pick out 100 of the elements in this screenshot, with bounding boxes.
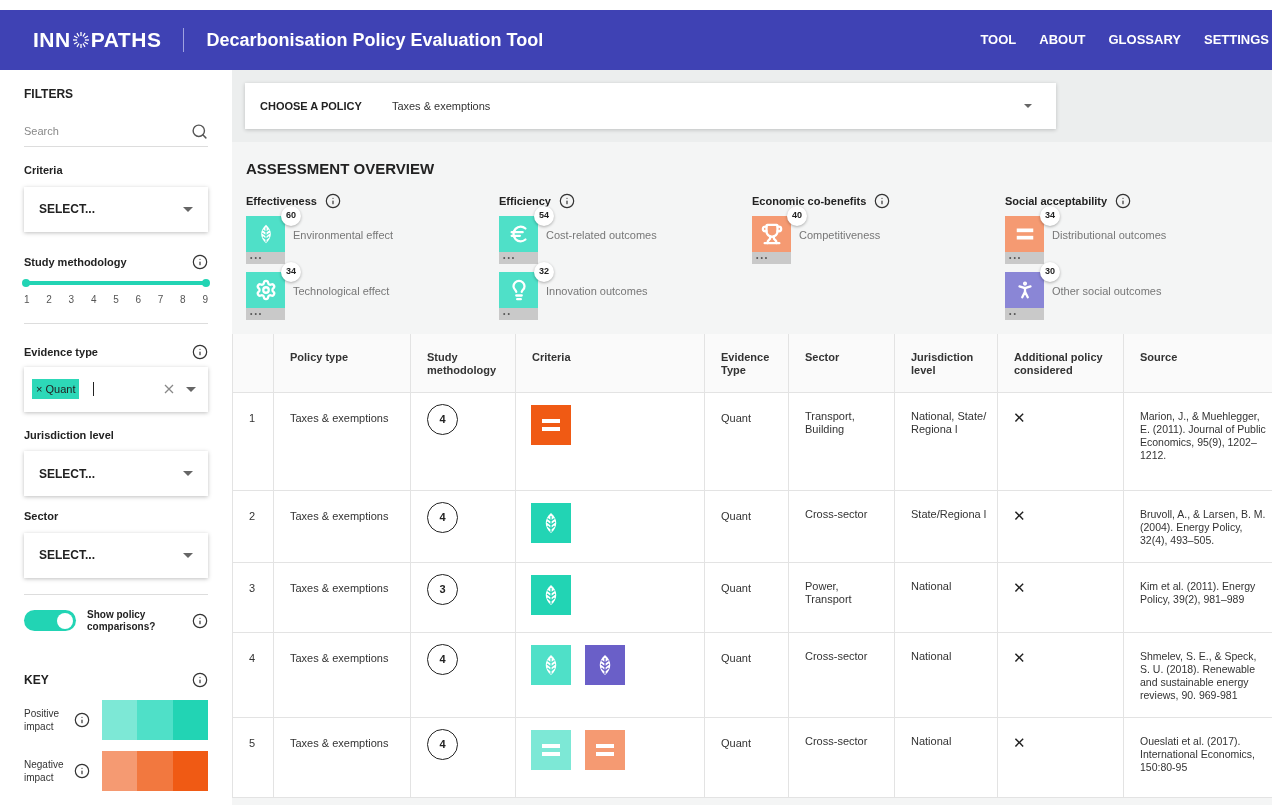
select-dropdown[interactable]: SELECT...: [24, 451, 208, 496]
logo[interactable]: INN PATHS: [33, 24, 162, 56]
criterion-tile[interactable]: [531, 575, 571, 615]
policy-value: Taxes & exemptions: [391, 98, 491, 114]
info-icon[interactable]: [192, 612, 208, 629]
table-cell-text: National: [911, 735, 953, 748]
filter-tag[interactable]: × Quant: [32, 378, 80, 400]
key-title: KEY: [24, 671, 49, 689]
table-cell-text: Oueslati et al. (2017). International Economics, 150:80-95: [1140, 735, 1256, 774]
info-icon[interactable]: [874, 193, 891, 210]
row-number: 3: [249, 582, 256, 594]
caret-icon: [183, 552, 193, 558]
row-number: 5: [249, 737, 256, 749]
info-icon[interactable]: [74, 762, 90, 779]
table-cell-text: Cross-sector: [805, 735, 869, 748]
column-header: Sector: [805, 350, 841, 364]
table-cell: Taxes & exemptions: [290, 737, 389, 749]
slider-tick-label: 8: [180, 293, 186, 307]
column-header: Criteria: [532, 350, 572, 364]
info-icon[interactable]: [192, 671, 208, 688]
cross-mark: ✕: [1013, 579, 1026, 596]
column-header: Study methodology: [427, 350, 498, 377]
table-cell: Taxes & exemptions: [290, 652, 389, 664]
column-header: Source: [1140, 350, 1179, 364]
row-number: 1: [249, 412, 256, 424]
column-header: Additional policy considered: [1014, 350, 1104, 377]
nav-link[interactable]: ABOUT: [1039, 30, 1086, 50]
info-icon[interactable]: [74, 711, 90, 728]
criterion-label: Distributional outcomes: [1052, 227, 1167, 243]
filter-label: Sector: [24, 509, 60, 524]
criterion-label: Innovation outcomes: [546, 283, 648, 299]
caret-icon: [186, 386, 196, 392]
filters-title: FILTERS: [24, 86, 75, 103]
cross-mark: ✕: [1013, 409, 1026, 426]
search-field[interactable]: Search: [24, 117, 208, 147]
column-header: Jurisdiction level: [911, 350, 975, 377]
criterion-label: Environmental effect: [293, 227, 394, 243]
table-cell: Taxes & exemptions: [290, 412, 389, 424]
info-icon[interactable]: [324, 193, 341, 210]
table-cell-text: Bruvoll, A., & Larsen, B. M. (2004). Energy Policy, 32(4), 493–505.: [1140, 508, 1267, 547]
criterion-tile[interactable]: [531, 730, 571, 770]
slider-thumb[interactable]: [22, 279, 30, 287]
nav-link[interactable]: SETTINGS: [1204, 30, 1269, 50]
cross-mark: ✕: [1013, 649, 1026, 666]
select-dropdown[interactable]: SELECT...: [24, 532, 208, 578]
slider-tick-label: 2: [46, 293, 52, 307]
column-header: Policy type: [290, 350, 350, 364]
count-badge: 32: [534, 261, 554, 282]
table-cell: Quant: [721, 510, 751, 522]
info-icon[interactable]: [192, 344, 208, 361]
table-cell-text: Power, Transport: [805, 580, 853, 606]
criterion-label: Other social outcomes: [1052, 283, 1162, 299]
table-cell-text: Cross-sector: [805, 508, 869, 521]
key-label: Negative impact: [24, 757, 65, 784]
key-label: Positive impact: [24, 706, 60, 733]
search-icon[interactable]: [191, 123, 208, 140]
app-title: Decarbonisation Policy Evaluation Tool: [206, 28, 544, 52]
info-icon[interactable]: [558, 193, 575, 210]
criterion-tile[interactable]: [531, 503, 571, 543]
row-number: 2: [249, 510, 256, 522]
table-cell-text: Kim et al. (2011). Energy Policy, 39(2), 981–989: [1140, 580, 1257, 606]
caret-icon: [1024, 104, 1032, 108]
slider-tick-label: 3: [68, 293, 75, 307]
info-icon[interactable]: [1115, 193, 1132, 210]
table-cell: Quant: [721, 412, 751, 424]
table-cell-text: National: [911, 580, 953, 593]
slider-tick-label: 1: [24, 293, 30, 307]
select-dropdown[interactable]: SELECT...: [24, 186, 208, 232]
nav-link[interactable]: TOOL: [980, 30, 1017, 50]
filter-label: Evidence type: [24, 345, 98, 360]
criterion-tile[interactable]: [585, 730, 625, 770]
nav-link[interactable]: GLOSSARY: [1108, 30, 1181, 50]
cross-mark: ✕: [1013, 734, 1026, 751]
table-cell: Quant: [721, 652, 751, 664]
caret-icon: [183, 471, 193, 476]
caret-icon: [183, 206, 193, 212]
count-badge: 34: [281, 261, 301, 282]
count-badge: 34: [1040, 205, 1060, 226]
criterion-tile[interactable]: [531, 645, 571, 685]
slider-tick-label: 9: [202, 293, 208, 307]
search-input[interactable]: Search: [24, 123, 164, 140]
overview-title: ASSESSMENT OVERVIEW: [246, 160, 435, 177]
table-cell-text: National: [911, 650, 953, 663]
table-cell: Taxes & exemptions: [290, 510, 389, 522]
toggle-switch[interactable]: [24, 610, 76, 631]
info-icon[interactable]: [192, 253, 208, 270]
select-value: SELECT...: [39, 201, 95, 218]
table-cell-text: National, State/Regiona l: [911, 410, 988, 436]
criterion-tile[interactable]: [585, 645, 625, 685]
slider-tick-label: 6: [135, 293, 142, 307]
multi-select[interactable]: × Quant: [24, 366, 208, 412]
policy-dropdown[interactable]: CHOOSE A POLICY Taxes & exemptions: [245, 83, 1056, 129]
count-badge: 30: [1040, 261, 1060, 282]
criterion-label: Competitiveness: [799, 227, 881, 243]
table-cell-text: Shmelev, S. E., & Speck, S. U. (2018). Renewable and sustainable energy reviews, 90. 969-981: [1140, 650, 1258, 702]
clear-icon[interactable]: [164, 384, 174, 394]
criterion-tile[interactable]: [531, 405, 571, 445]
slider-thumb[interactable]: [202, 279, 210, 287]
filter-label: Criteria: [24, 163, 64, 178]
policy-label: CHOOSE A POLICY: [260, 98, 362, 114]
